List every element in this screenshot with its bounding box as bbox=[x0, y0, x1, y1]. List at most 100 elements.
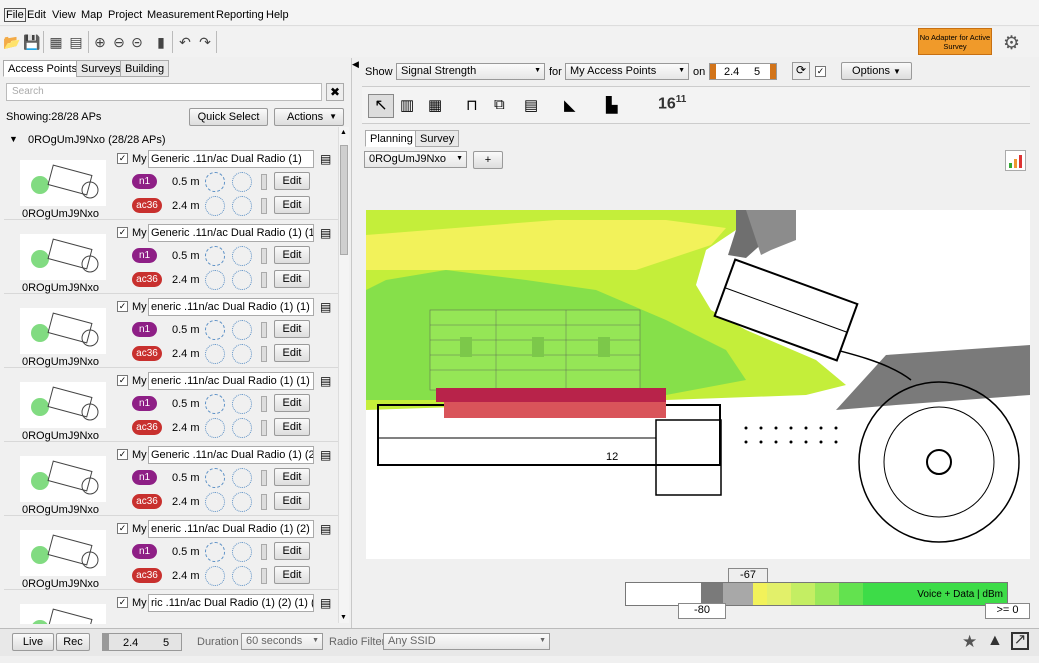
menu-map[interactable]: Map bbox=[81, 9, 102, 21]
menu-view[interactable]: View bbox=[52, 9, 76, 21]
wall-icon[interactable]: ▦ bbox=[428, 96, 442, 114]
bottom-band-24[interactable]: 2.4 bbox=[123, 637, 138, 649]
azimuth-icon[interactable] bbox=[232, 542, 252, 562]
menu-project[interactable]: Project bbox=[108, 9, 142, 21]
ap-name-field[interactable]: Generic .11n/ac Dual Radio (1) bbox=[148, 150, 314, 168]
edit-radio-button[interactable]: Edit bbox=[274, 418, 310, 436]
power-slider[interactable] bbox=[261, 568, 267, 584]
ap-visible-checkbox[interactable]: ✓ bbox=[117, 301, 128, 312]
save-icon[interactable]: 💾 bbox=[23, 34, 40, 50]
ap-visible-checkbox[interactable]: ✓ bbox=[117, 523, 128, 534]
power-slider[interactable] bbox=[261, 544, 267, 560]
ap-notes-icon[interactable]: ▤ bbox=[320, 448, 331, 462]
open-icon[interactable]: 📂 bbox=[3, 34, 20, 50]
ap-visible-checkbox[interactable]: ✓ bbox=[117, 227, 128, 238]
zoom-out-icon[interactable]: ⊖ bbox=[111, 34, 127, 50]
ap-card[interactable]: 0ROgUmJ9Nxo ✓ My eneric .11n/ac Dual Radio … bbox=[4, 518, 338, 590]
ap-visible-checkbox[interactable]: ✓ bbox=[117, 153, 128, 164]
ap-notes-icon[interactable]: ▤ bbox=[320, 596, 331, 610]
zoom-in-icon[interactable]: ⊕ bbox=[92, 34, 108, 50]
azimuth-icon[interactable] bbox=[232, 246, 252, 266]
rec-button[interactable]: Rec bbox=[56, 633, 90, 651]
power-slider[interactable] bbox=[261, 346, 267, 362]
ap-card[interactable]: 0ROgUmJ9Nxo ✓ My eneric .11n/ac Dual Radio … bbox=[4, 296, 338, 368]
bottom-band-5[interactable]: 5 bbox=[163, 637, 169, 649]
ap-name-field[interactable]: eneric .11n/ac Dual Radio (1) (1) (1) bbox=[148, 298, 314, 316]
live-button[interactable]: Live bbox=[12, 633, 54, 651]
refresh-icon[interactable]: ⟳ bbox=[792, 62, 810, 80]
ap-card[interactable]: 0ROgUmJ9Nxo ✓ My Generic .11n/ac Dual Radio… bbox=[4, 148, 338, 220]
channel-numbers-icon[interactable]: 1611 bbox=[658, 94, 686, 113]
auto-refresh-checkbox[interactable]: ✓ bbox=[815, 66, 826, 77]
attenuation-icon[interactable]: ⊓ bbox=[466, 96, 478, 114]
edit-radio-button[interactable]: Edit bbox=[274, 542, 310, 560]
ap-card[interactable]: 0ROgUmJ9Nxo ✓ My eneric .11n/ac Dual Radio … bbox=[4, 370, 338, 442]
edit-radio-button[interactable]: Edit bbox=[274, 172, 310, 190]
popout-icon[interactable]: ↗ bbox=[1011, 632, 1029, 650]
edit-radio-button[interactable]: Edit bbox=[274, 394, 310, 412]
power-slider[interactable] bbox=[261, 494, 267, 510]
clear-search-icon[interactable]: ✖ bbox=[326, 83, 344, 101]
azimuth-icon[interactable] bbox=[232, 418, 252, 438]
tab-survey[interactable]: Survey bbox=[415, 130, 460, 147]
power-slider[interactable] bbox=[261, 198, 267, 214]
redo-icon[interactable]: ↷ bbox=[197, 34, 213, 50]
edit-radio-button[interactable]: Edit bbox=[274, 196, 310, 214]
add-floor-button[interactable]: + bbox=[473, 151, 503, 169]
ap-name-field[interactable]: Generic .11n/ac Dual Radio (1) (1) bbox=[148, 224, 314, 242]
tab-surveys[interactable]: Surveys bbox=[76, 60, 126, 77]
scroll-up-icon[interactable]: ▲ bbox=[340, 129, 347, 136]
ap-card[interactable]: ✓ My ric .11n/ac Dual Radio (1) (2) (1) (1… bbox=[4, 592, 338, 624]
ap-visible-checkbox[interactable]: ✓ bbox=[117, 375, 128, 386]
ruler-icon[interactable]: ▥ bbox=[400, 96, 414, 114]
azimuth-icon[interactable] bbox=[232, 172, 252, 192]
print-icon[interactable]: ▤ bbox=[68, 34, 84, 50]
power-slider[interactable] bbox=[261, 322, 267, 338]
ap-notes-icon[interactable]: ▤ bbox=[320, 522, 331, 536]
menu-edit[interactable]: Edit bbox=[27, 9, 46, 21]
azimuth-icon[interactable] bbox=[232, 492, 252, 512]
options-button[interactable]: Options ▼ bbox=[841, 62, 912, 80]
power-slider[interactable] bbox=[261, 470, 267, 486]
undo-icon[interactable]: ↶ bbox=[177, 34, 193, 50]
tab-building[interactable]: Building bbox=[120, 60, 170, 77]
azimuth-icon[interactable] bbox=[232, 468, 252, 488]
bottom-band-toggle[interactable]: 2.4 5 bbox=[102, 633, 182, 651]
azimuth-icon[interactable] bbox=[232, 196, 252, 216]
duration-select[interactable]: 60 seconds bbox=[241, 633, 323, 650]
ap-notes-icon[interactable]: ▤ bbox=[320, 226, 331, 240]
ap-name-field[interactable]: Generic .11n/ac Dual Radio (1) (2) bbox=[148, 446, 314, 464]
menu-measurement[interactable]: Measurement bbox=[147, 9, 214, 21]
edit-radio-button[interactable]: Edit bbox=[274, 566, 310, 584]
floor-plan-map[interactable]: 12 bbox=[366, 210, 1030, 559]
ap-notes-icon[interactable]: ▤ bbox=[320, 300, 331, 314]
menu-file[interactable]: File bbox=[4, 8, 26, 22]
collapse-group-icon[interactable]: ▼ bbox=[9, 134, 18, 144]
power-slider[interactable] bbox=[261, 420, 267, 436]
ap-visible-checkbox[interactable]: ✓ bbox=[117, 597, 128, 608]
copy-area-icon[interactable]: ⧉ bbox=[494, 96, 505, 113]
power-slider[interactable] bbox=[261, 272, 267, 288]
signal-chart-icon[interactable] bbox=[1005, 150, 1026, 171]
ap-name-field[interactable]: eneric .11n/ac Dual Radio (1) (2) (1) bbox=[148, 520, 314, 538]
tab-access-points[interactable]: Access Points bbox=[3, 60, 83, 77]
ap-visible-checkbox[interactable]: ✓ bbox=[117, 449, 128, 460]
edit-radio-button[interactable]: Edit bbox=[274, 270, 310, 288]
radio-filter-select[interactable]: Any SSID bbox=[383, 633, 550, 650]
floor-select[interactable]: 0ROgUmJ9Nxo bbox=[364, 151, 467, 168]
ap-notes-icon[interactable]: ▤ bbox=[320, 152, 331, 166]
band-5[interactable]: 5 bbox=[754, 66, 760, 78]
band-toggle[interactable]: 2.4 5 bbox=[709, 63, 777, 80]
ap-name-field[interactable]: ric .11n/ac Dual Radio (1) (2) (1) (1) bbox=[148, 594, 314, 612]
ap-card[interactable]: 0ROgUmJ9Nxo ✓ My Generic .11n/ac Dual Radio… bbox=[4, 222, 338, 294]
search-input[interactable]: Search bbox=[6, 83, 322, 101]
azimuth-icon[interactable] bbox=[232, 270, 252, 290]
building-icon[interactable]: ▙ bbox=[606, 96, 618, 114]
edit-radio-button[interactable]: Edit bbox=[274, 492, 310, 510]
scroll-down-icon[interactable]: ▼ bbox=[340, 614, 347, 621]
collapse-panel-icon[interactable]: ◀ bbox=[352, 59, 359, 70]
edit-radio-button[interactable]: Edit bbox=[274, 344, 310, 362]
show-select[interactable]: Signal Strength bbox=[396, 63, 545, 80]
azimuth-icon[interactable] bbox=[232, 320, 252, 340]
band-24[interactable]: 2.4 bbox=[724, 66, 739, 78]
